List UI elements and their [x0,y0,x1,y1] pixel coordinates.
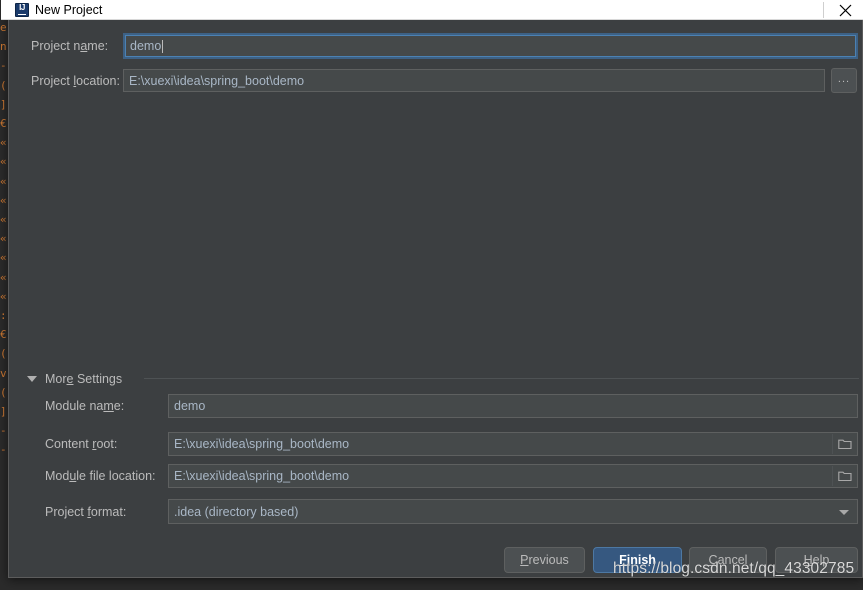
browse-location-button[interactable]: ... [831,68,857,93]
project-location-value: E:\xuexi\idea\spring_boot\demo [129,73,305,88]
close-icon [839,4,851,16]
content-root-label: Content root: [45,437,118,451]
project-format-select[interactable]: .idea (directory based) [168,499,858,524]
more-settings-separator [144,378,859,379]
folder-icon [837,471,852,482]
content-root-input[interactable]: E:\xuexi\idea\spring_boot\demo [168,432,858,456]
more-settings-toggle[interactable]: More Settings [27,370,122,388]
project-format-label: Project format: [45,505,127,519]
module-name-input[interactable]: demo [168,394,858,418]
content-root-value: E:\xuexi\idea\spring_boot\demo [174,437,350,451]
dialog-title: New Project [35,3,103,17]
watermark-text: https://blog.csdn.net/qq_43302785 [613,560,855,577]
chevron-down-icon [27,376,37,382]
module-name-label: Module name: [45,399,125,413]
module-file-location-browse-button[interactable] [832,466,856,486]
text-caret [162,39,164,53]
project-name-label: Project name: [31,39,109,53]
project-name-value: demo [130,39,162,53]
more-settings-label: More Settings [45,372,123,386]
previous-button[interactable]: Previous [504,547,585,573]
dialog-titlebar: New Project [1,0,863,20]
close-window-button[interactable] [826,0,863,20]
project-location-label: Project location: [31,74,120,88]
module-file-location-value: E:\xuexi\idea\spring_boot\demo [174,469,350,483]
module-file-location-label: Module file location: [45,469,156,483]
content-root-browse-button[interactable] [832,434,856,454]
project-format-value: .idea (directory based) [174,504,299,519]
project-location-input[interactable]: E:\xuexi\idea\spring_boot\demo [123,69,825,92]
titlebar-divider [823,2,824,18]
module-name-value: demo [174,399,206,413]
chevron-down-icon [839,509,849,515]
intellij-idea-icon [15,3,29,17]
folder-icon [837,439,852,450]
new-project-dialog: New Project Project name: demo Project l… [1,0,863,578]
module-file-location-input[interactable]: E:\xuexi\idea\spring_boot\demo [168,464,858,488]
project-name-input[interactable]: demo [123,33,858,59]
